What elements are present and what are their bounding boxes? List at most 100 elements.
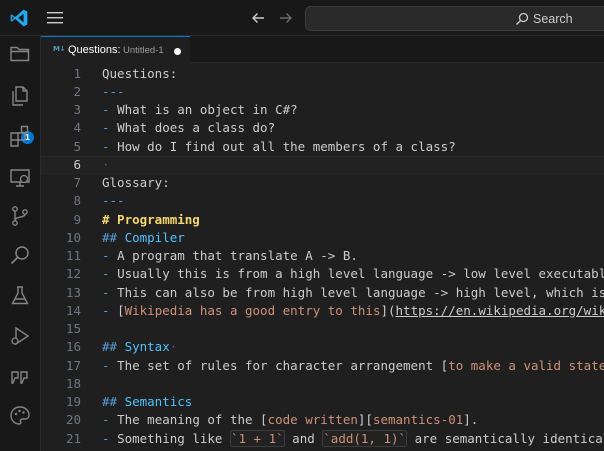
editor-line[interactable]: 17 - The set of rules for character arran…: [41, 357, 604, 375]
line-content[interactable]: ·: [102, 156, 110, 174]
line-content[interactable]: - The set of rules for character arrange…: [102, 357, 604, 375]
code-token: This can also be from high level languag…: [117, 284, 604, 300]
line-content[interactable]: ## Compiler: [102, 229, 185, 247]
tab-title: Questions:: [68, 44, 121, 56]
code-token: Glossary:: [102, 175, 170, 190]
code-token: ---: [102, 193, 125, 209]
line-number: 4: [73, 120, 81, 136]
code-token: to make a valid stateme: [448, 357, 604, 373]
tab-questions[interactable]: M↓ Questions: Untitled-1: [41, 36, 190, 63]
line-content[interactable]: ## Syntax·: [102, 338, 177, 356]
line-content[interactable]: Glossary:: [102, 174, 170, 192]
code-token: Questions:: [102, 65, 178, 81]
code-token: Compiler: [124, 229, 185, 245]
code-token: -: [102, 266, 118, 282]
command-center-search[interactable]: Search: [305, 6, 604, 31]
testing-flask-icon[interactable]: [8, 284, 32, 308]
quote-icon[interactable]: [8, 364, 32, 388]
line-number: 20: [65, 412, 81, 428]
editor-line[interactable]: 18: [41, 375, 604, 393]
editor-line[interactable]: 9 # Programming: [41, 211, 604, 229]
line-content[interactable]: ## Semantics: [102, 393, 192, 411]
extensions-icon[interactable]: [8, 124, 32, 148]
code-token: ][: [357, 412, 373, 428]
line-content[interactable]: # Programming: [102, 211, 200, 229]
source-files-icon[interactable]: [8, 84, 32, 108]
run-debug-icon[interactable]: [8, 324, 32, 348]
code-token: ##: [102, 339, 125, 355]
markdown-file-icon: M↓: [53, 45, 65, 53]
code-token: `1 + 1`: [229, 429, 285, 447]
line-content[interactable]: - The meaning of the [code written][sema…: [102, 411, 478, 429]
editor-line[interactable]: 6 ·: [41, 155, 604, 174]
arrow-left-icon[interactable]: [250, 10, 266, 26]
editor-line[interactable]: 14 - [Wikipedia has a good entry to this]…: [41, 302, 604, 320]
editor-tabs-bar: M↓ Questions: Untitled-1: [41, 36, 604, 63]
line-content[interactable]: - Something like `1 + 1` and `add(1, 1)`…: [102, 429, 604, 448]
line-number: 5: [73, 138, 81, 154]
search-sidebar-icon[interactable]: [8, 244, 32, 268]
line-number: 6: [73, 156, 81, 172]
line-content[interactable]: ---: [102, 192, 125, 210]
editor-line[interactable]: 8 ---: [41, 192, 604, 210]
editor-line[interactable]: 20 - The meaning of the [code written][se…: [41, 411, 604, 429]
code-token: Wikipedia has a good entry to this: [124, 302, 381, 318]
editor-line[interactable]: 19 ## Semantics: [41, 393, 604, 411]
editor-area[interactable]: 1 Questions: 2 --- 3- What is an object in C…: [41, 63, 604, 451]
editor-line[interactable]: 12 - Usually this is from a high level la…: [41, 265, 604, 283]
line-content[interactable]: Questions:: [102, 65, 177, 83]
code-token: ](: [380, 302, 396, 318]
remote-explorer-icon[interactable]: [8, 166, 32, 190]
code-token: ·: [169, 339, 178, 355]
line-number: 13: [65, 284, 81, 300]
editor-line[interactable]: 1 Questions:: [41, 65, 604, 83]
line-number: 7: [73, 175, 81, 190]
arrow-right-icon[interactable]: [278, 10, 294, 26]
code-token: The meaning of the [: [117, 412, 268, 428]
editor-line[interactable]: 7 Glossary:: [41, 174, 604, 192]
code-token: `add(1, 1)`: [322, 429, 408, 447]
code-token: ].: [463, 412, 479, 428]
line-number: 18: [65, 375, 81, 391]
search-icon: [516, 12, 529, 25]
editor-line[interactable]: 11 - A program that translate A -> B.: [41, 247, 604, 265]
line-number: 21: [65, 430, 81, 446]
tab-description: Untitled-1: [123, 45, 164, 56]
code-token: Semantics: [124, 394, 193, 409]
line-content[interactable]: - [Wikipedia has a good entry to this](h…: [102, 302, 604, 320]
vscode-logo-icon[interactable]: [9, 8, 29, 28]
line-content[interactable]: - What is an object in C#?: [102, 101, 298, 119]
editor-line[interactable]: 13 - This can also be from high level lan…: [41, 284, 604, 302]
explorer-icon[interactable]: [8, 42, 32, 66]
code-token: -: [102, 138, 118, 154]
editor-line[interactable]: 2 ---: [41, 83, 604, 101]
code-token: semantics-01: [372, 412, 464, 428]
code-token: -: [102, 120, 118, 136]
line-content[interactable]: - This can also be from high level langu…: [102, 284, 604, 302]
line-content[interactable]: - What does a class do?: [102, 119, 275, 137]
editor-line[interactable]: 15: [41, 320, 604, 338]
line-content[interactable]: - A program that translate A -> B.: [102, 247, 358, 265]
search-label: Search: [533, 12, 573, 26]
source-control-icon[interactable]: [8, 204, 32, 228]
line-content[interactable]: - How do I find out all the members of a…: [102, 138, 456, 156]
unsaved-dot-icon[interactable]: [174, 48, 181, 55]
line-number: 16: [65, 339, 81, 355]
editor-line[interactable]: 10 ## Compiler: [41, 229, 604, 247]
editor-line[interactable]: 16 ## Syntax·: [41, 338, 604, 356]
line-number: 17: [65, 357, 81, 373]
editor-line[interactable]: 3 - What is an object in C#?: [41, 101, 604, 119]
code-token: -: [102, 412, 118, 428]
editor-line[interactable]: 5 - How do I find out all the members of …: [41, 138, 604, 156]
line-number: 11: [65, 248, 81, 263]
line-number: 12: [65, 266, 81, 282]
editor-line[interactable]: 4 - What does a class do?: [41, 119, 604, 137]
code-token: A program that translate A -> B.: [117, 248, 358, 263]
editor-line[interactable]: 21 - Something like `1 + 1` and `add(1, 1…: [41, 429, 604, 448]
line-content[interactable]: ---: [102, 83, 125, 101]
palette-icon[interactable]: [8, 404, 32, 428]
menu-icon[interactable]: [46, 12, 64, 24]
line-number: 15: [65, 321, 81, 336]
line-content[interactable]: - Usually this is from a high level lang…: [102, 265, 604, 283]
code-token: -: [102, 102, 118, 117]
